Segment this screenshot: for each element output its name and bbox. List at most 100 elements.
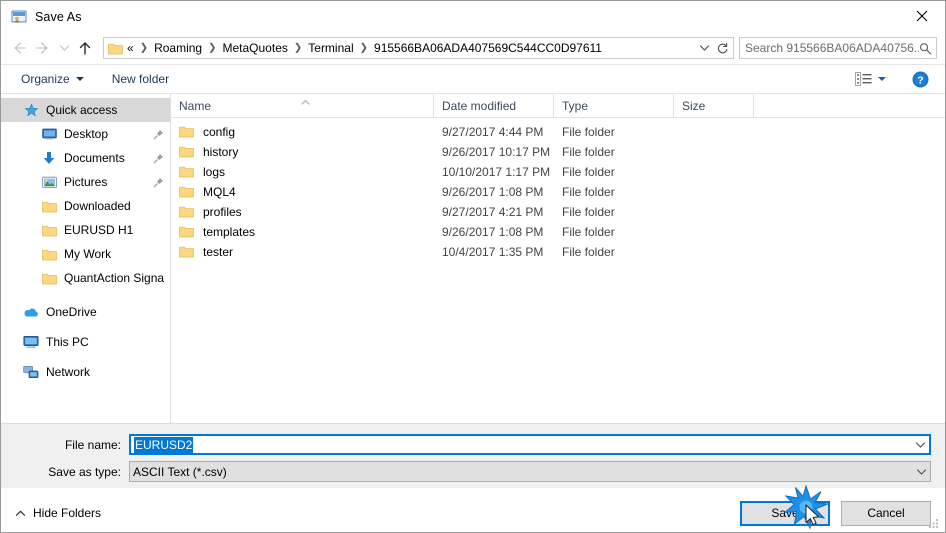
table-row[interactable]: templates 9/26/2017 1:08 PM File folder	[171, 222, 945, 242]
save-as-type-label: Save as type:	[48, 464, 121, 479]
file-name-label: profiles	[203, 205, 242, 219]
sidebar-item-quick-access[interactable]: Quick access	[1, 98, 170, 122]
search-box[interactable]: Search 915566BA06ADA40756...	[739, 37, 937, 59]
breadcrumb-separator: ❯	[359, 42, 369, 53]
search-icon	[920, 42, 932, 54]
save-as-type-value: ASCII Text (*.csv)	[133, 464, 227, 479]
file-name-cell: logs	[171, 165, 434, 179]
star-icon	[23, 102, 39, 118]
recent-locations-button[interactable]	[55, 36, 73, 60]
sidebar-item-downloaded[interactable]: Downloaded	[1, 194, 170, 218]
file-name-cell: tester	[171, 245, 434, 259]
folder-icon	[41, 198, 57, 214]
hide-folders-label: Hide Folders	[33, 506, 102, 520]
file-type-cell: File folder	[562, 205, 615, 219]
sidebar-item-label: OneDrive	[46, 305, 97, 319]
breadcrumb-item-roaming[interactable]: Roaming	[153, 41, 203, 55]
sidebar-item-desktop[interactable]: Desktop	[1, 122, 170, 146]
sidebar-item-label: Pictures	[64, 175, 108, 189]
close-button[interactable]	[899, 1, 945, 31]
title-bar: Save As	[1, 1, 945, 32]
folder-icon	[41, 222, 57, 238]
file-name-label: logs	[203, 165, 226, 179]
cancel-button[interactable]: Cancel	[841, 500, 931, 526]
file-type-cell: File folder	[562, 185, 615, 199]
sidebar-item-this-pc[interactable]: This PC	[1, 330, 170, 354]
table-row[interactable]: profiles 9/27/2017 4:21 PM File folder	[171, 202, 945, 222]
back-arrow-icon	[14, 42, 26, 54]
file-name-combobox[interactable]: EURUSD2	[129, 434, 931, 455]
table-row[interactable]: MQL4 9/26/2017 1:08 PM File folder	[171, 182, 945, 202]
sidebar-item-quantaction-signal[interactable]: QuantAction Signal	[1, 266, 170, 290]
table-row[interactable]: logs 10/10/2017 1:17 PM File folder	[171, 162, 945, 182]
forward-button[interactable]	[31, 36, 55, 60]
column-header-size[interactable]: Size	[674, 94, 754, 117]
breadcrumb-item-terminal[interactable]: Terminal	[307, 41, 354, 55]
table-row[interactable]: config 9/27/2017 4:44 PM File folder	[171, 122, 945, 142]
resize-grip-icon[interactable]	[928, 516, 941, 529]
help-icon: ?	[912, 71, 929, 87]
table-row[interactable]: history 9/26/2017 10:17 PM File folder	[171, 142, 945, 162]
table-row[interactable]: tester 10/4/2017 1:35 PM File folder	[171, 242, 945, 262]
sidebar-item-my-work[interactable]: My Work	[1, 242, 170, 266]
sidebar-item-onedrive[interactable]: OneDrive	[1, 300, 170, 324]
help-button[interactable]: ?	[906, 68, 935, 91]
chevron-up-icon	[15, 509, 26, 516]
file-name-input[interactable]: EURUSD2	[134, 436, 194, 453]
back-button[interactable]	[7, 36, 31, 60]
folder-icon	[41, 246, 57, 262]
file-date-cell: 10/10/2017 1:17 PM	[442, 165, 551, 179]
save-as-type-combobox[interactable]: ASCII Text (*.csv)	[129, 461, 931, 482]
search-input[interactable]: Search 915566BA06ADA40756...	[745, 41, 919, 55]
folder-icon	[179, 185, 195, 199]
address-bar[interactable]: « ❯ Roaming ❯ MetaQuotes ❯ Terminal ❯ 91…	[103, 37, 734, 59]
new-folder-button[interactable]: New folder	[106, 69, 175, 89]
navigation-pane: Quick access Desktop Documents Pictures …	[1, 94, 171, 423]
file-name-cell: templates	[171, 225, 434, 239]
cancel-button-label: Cancel	[867, 506, 905, 520]
breadcrumb-separator: ❯	[139, 42, 149, 53]
chevron-down-icon	[878, 77, 886, 81]
file-name-label: templates	[203, 225, 256, 239]
address-dropdown-button[interactable]	[695, 38, 713, 58]
column-header-type[interactable]: Type	[554, 94, 674, 117]
column-header-name[interactable]: Name	[171, 94, 434, 117]
folder-icon	[179, 165, 195, 179]
column-header-date-modified[interactable]: Date modified	[434, 94, 554, 117]
sidebar-item-label: Documents	[64, 151, 125, 165]
up-button[interactable]	[73, 36, 97, 60]
file-type-cell: File folder	[562, 245, 615, 259]
sidebar-item-documents[interactable]: Documents	[1, 146, 170, 170]
organize-label: Organize	[21, 72, 70, 86]
save-button[interactable]: Save	[740, 500, 830, 526]
toolbar: Organize New folder ?	[1, 64, 945, 94]
save-as-type-dropdown-button[interactable]	[913, 462, 930, 481]
view-options-button[interactable]	[849, 69, 892, 89]
sidebar-item-pictures[interactable]: Pictures	[1, 170, 170, 194]
save-button-label: Save	[771, 506, 799, 520]
file-date-cell: 10/4/2017 1:35 PM	[442, 245, 544, 259]
hide-folders-button[interactable]: Hide Folders	[5, 506, 101, 520]
folder-icon	[41, 270, 57, 286]
dialog-buttons: Hide Folders Save Cancel	[1, 488, 945, 532]
desktop-icon	[41, 126, 57, 142]
breadcrumb-overflow[interactable]: «	[126, 41, 135, 55]
sidebar-item-network[interactable]: Network	[1, 360, 170, 384]
file-name-cell: history	[171, 145, 434, 159]
file-type-cell: File folder	[562, 145, 615, 159]
sidebar-item-eurusd-h1[interactable]: EURUSD H1	[1, 218, 170, 242]
column-headers: Name Date modified Type Size	[171, 94, 945, 118]
sidebar-item-label: Network	[46, 365, 91, 379]
folder-icon	[179, 245, 195, 259]
folder-icon	[179, 125, 195, 139]
folder-icon	[179, 205, 195, 219]
organize-button[interactable]: Organize	[15, 69, 90, 89]
pictures-icon	[41, 174, 57, 190]
file-name-label: tester	[203, 245, 234, 259]
breadcrumb-item-metaquotes[interactable]: MetaQuotes	[222, 41, 289, 55]
file-type-cell: File folder	[562, 125, 615, 139]
refresh-button[interactable]	[713, 38, 731, 58]
sidebar-item-label: EURUSD H1	[64, 223, 134, 237]
file-name-dropdown-button[interactable]	[912, 436, 929, 453]
breadcrumb-item-terminal-id[interactable]: 915566BA06ADA407569C544CC0D97611	[373, 41, 603, 55]
